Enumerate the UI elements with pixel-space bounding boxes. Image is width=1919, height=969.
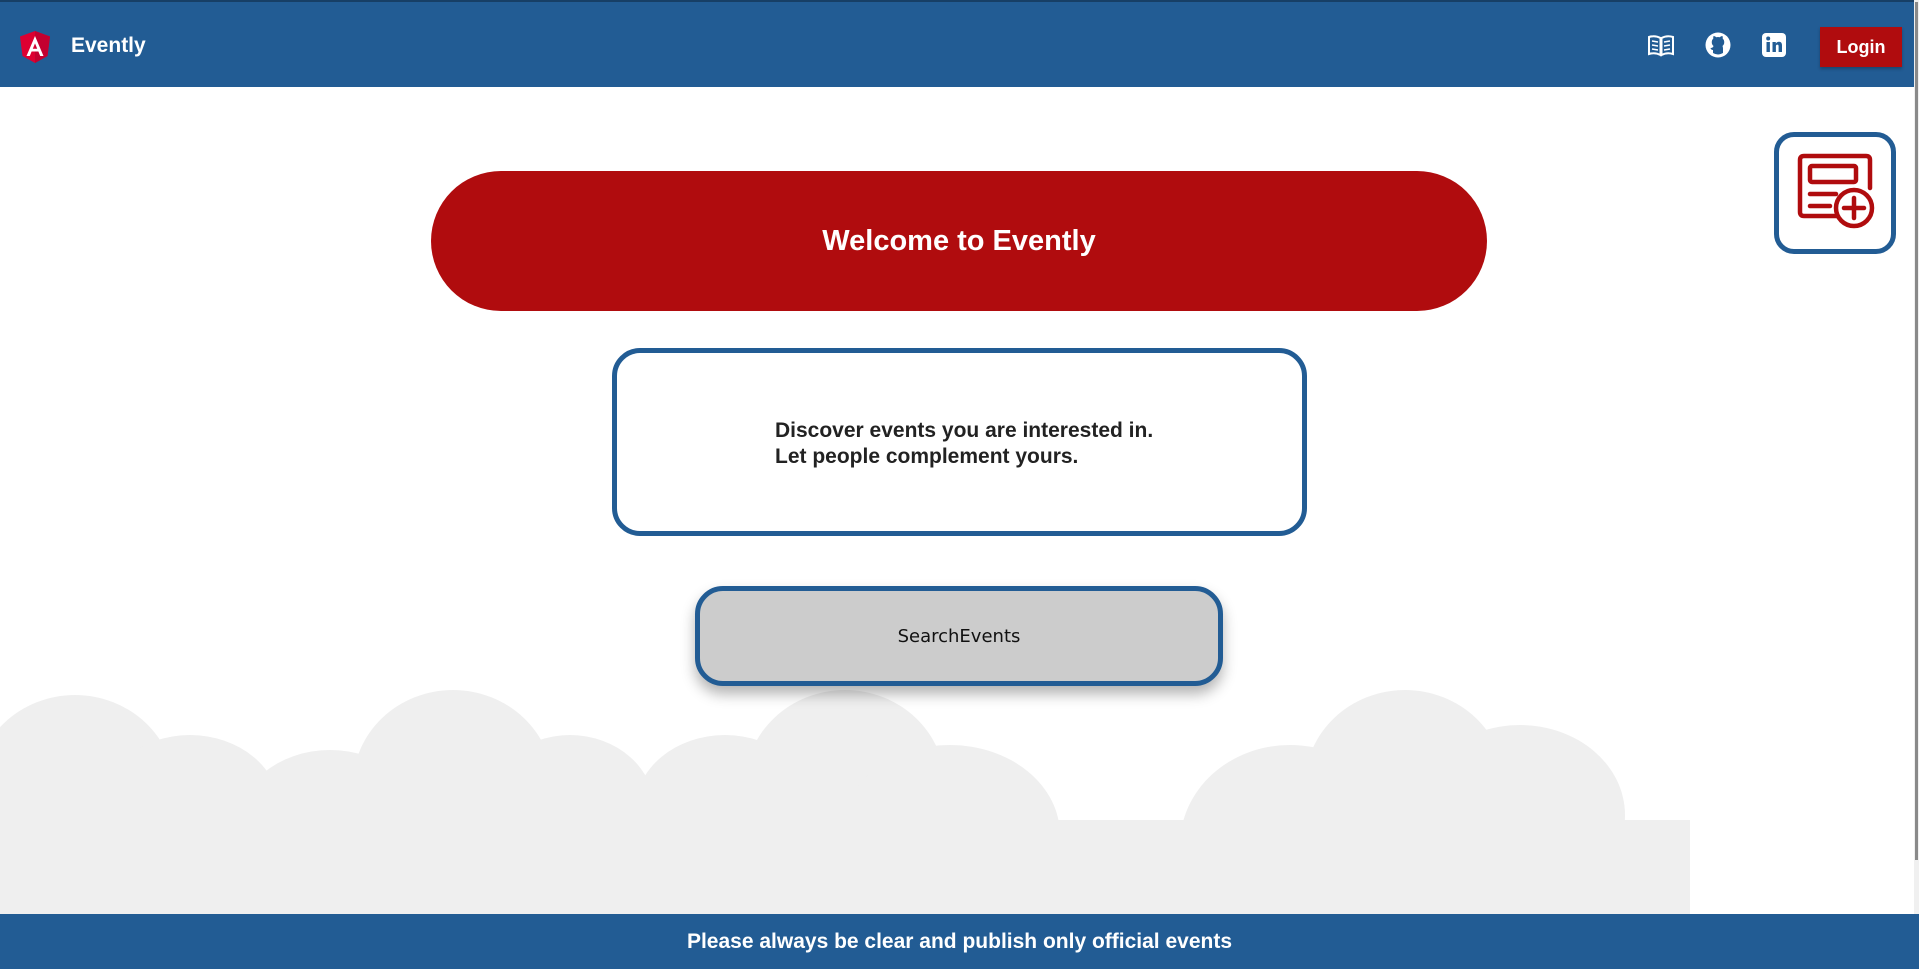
angular-logo-icon[interactable] [18,30,52,64]
info-line-complement: Let people complement yours. [775,445,1079,468]
add-event-button[interactable] [1774,132,1896,254]
info-line-discover: Discover events you are interested in. [775,419,1154,442]
top-toolbar: Evently Login [0,0,1919,87]
login-button[interactable]: Login [1820,27,1902,67]
footer-bar: Please always be clear and publish only … [0,914,1919,969]
page: Evently Login Welcome to Evently Discove… [0,0,1919,969]
scrollbar-thumb[interactable] [1915,2,1918,860]
app-title[interactable]: Evently [71,32,146,60]
info-card: Discover events you are interested in. L… [612,348,1307,536]
welcome-title: Welcome to Evently [822,224,1096,257]
search-events-label: SearchEvents [897,625,1021,647]
linkedin-icon[interactable] [1760,31,1788,59]
cloud-decoration [0,690,1690,920]
github-icon[interactable] [1704,31,1732,59]
book-icon[interactable] [1647,31,1675,59]
search-events-button[interactable]: SearchEvents [695,586,1223,686]
footer-notice: Please always be clear and publish only … [686,929,1233,953]
welcome-banner: Welcome to Evently [431,171,1487,311]
add-event-icon [1797,153,1875,229]
